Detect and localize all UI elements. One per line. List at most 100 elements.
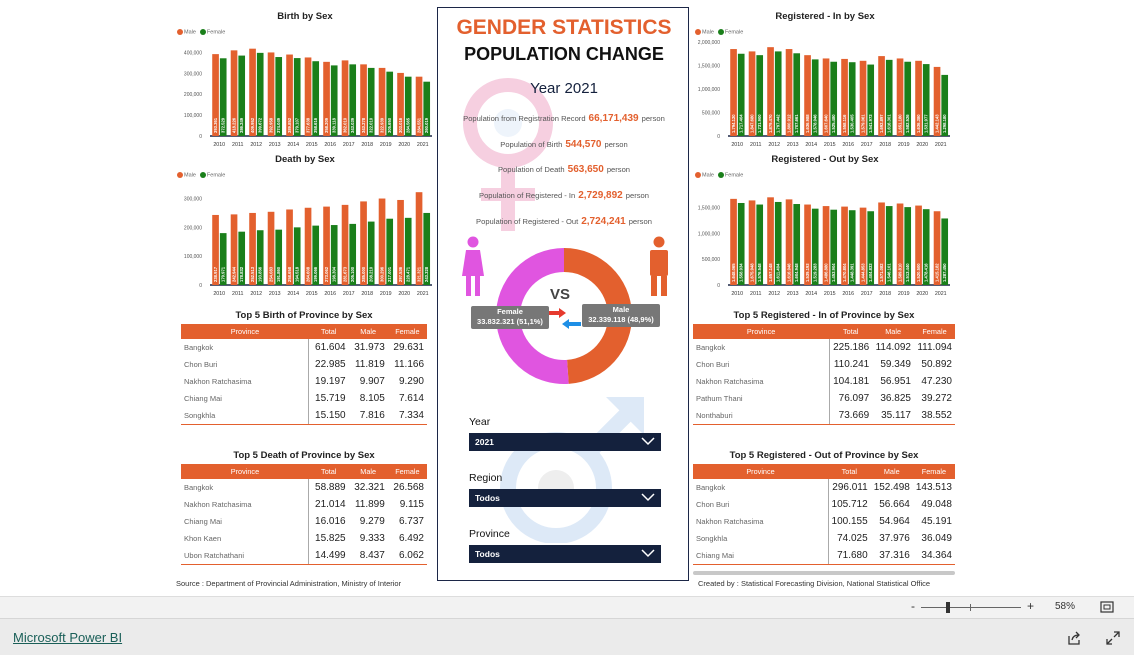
column-header[interactable]: Total bbox=[829, 324, 873, 339]
male-data-label: 1.847.680 bbox=[750, 114, 755, 133]
death-chart-legend[interactable]: Male Female bbox=[177, 172, 225, 178]
column-header[interactable]: Female bbox=[387, 324, 427, 339]
male-data-label: 297.536 bbox=[398, 266, 403, 282]
table-row[interactable]: Bangkok 61.604 31.973 29.631 bbox=[181, 339, 427, 356]
table-row[interactable]: Bangkok 296.011 152.498 143.513 bbox=[693, 479, 955, 496]
table-row[interactable]: Chiang Mai 16.016 9.279 6.737 bbox=[181, 513, 427, 530]
table-row[interactable]: Bangkok 225.186 114.092 111.094 bbox=[693, 339, 955, 356]
death-by-sex-chart[interactable]: 0 100,000 200,000 300,000 238.917 179.971 2010… bbox=[172, 183, 434, 299]
column-header[interactable]: Province bbox=[693, 464, 829, 479]
microsoft-power-bi-link[interactable]: Microsoft Power BI bbox=[13, 630, 122, 645]
x-tick-label: 2012 bbox=[768, 142, 780, 148]
fullscreen-icon[interactable] bbox=[1106, 631, 1120, 645]
table-row[interactable]: Khon Kaen 15.825 9.333 6.492 bbox=[181, 530, 427, 547]
column-header[interactable]: Total bbox=[828, 464, 871, 479]
male-data-label: 300.296 bbox=[380, 266, 385, 282]
x-tick-label: 2014 bbox=[805, 142, 817, 148]
value-cell: 8.105 bbox=[359, 393, 385, 404]
male-data-label: 273.062 bbox=[324, 266, 329, 282]
female-data-label: Female 33.832.321 (51,1%) bbox=[471, 306, 549, 329]
value-cell: 11.819 bbox=[354, 359, 385, 370]
table-row[interactable]: Chon Buri 105.712 56.664 49.048 bbox=[693, 496, 955, 513]
table-row[interactable]: Nakhon Ratchasima 21.014 11.899 9.115 bbox=[181, 496, 427, 513]
column-header[interactable]: Male bbox=[870, 464, 913, 479]
male-data-label: 1.636.988 bbox=[805, 114, 810, 133]
column-header[interactable]: Male bbox=[872, 324, 914, 339]
value-cell: 61.604 bbox=[315, 342, 346, 353]
value-cell: 74.025 bbox=[837, 533, 868, 544]
value-cell: 14.499 bbox=[308, 547, 349, 565]
table-row[interactable]: Nakhon Ratchasima 100.155 54.964 45.191 bbox=[693, 513, 955, 530]
column-header[interactable]: Female bbox=[913, 324, 955, 339]
table-row[interactable]: Nakhon Ratchasima 19.197 9.907 9.290 bbox=[181, 373, 427, 390]
table-scrollbar[interactable] bbox=[693, 571, 955, 575]
value-cell: 9.290 bbox=[398, 376, 424, 387]
table-row[interactable]: Chon Buri 22.985 11.819 11.166 bbox=[181, 356, 427, 373]
legend-female[interactable]: Female bbox=[199, 29, 225, 35]
legend-female[interactable]: Female bbox=[717, 29, 743, 35]
share-icon[interactable] bbox=[1067, 631, 1081, 645]
table-row[interactable]: Songkhla 15.150 7.816 7.334 bbox=[181, 407, 427, 425]
column-header[interactable]: Female bbox=[912, 464, 955, 479]
column-header[interactable]: Province bbox=[181, 324, 309, 339]
zoom-slider-thumb[interactable] bbox=[946, 602, 951, 613]
female-data-label: 193.856 bbox=[258, 266, 263, 282]
table-row[interactable]: Ubon Ratchathani 14.499 8.437 6.062 bbox=[181, 547, 427, 565]
zoom-slider-center-tick bbox=[970, 604, 971, 611]
value-cell: 56.951 bbox=[880, 376, 911, 387]
zoom-in-button[interactable]: + bbox=[1027, 599, 1034, 613]
male-data-label: 1.692.897 bbox=[879, 114, 884, 133]
female-data-label: 284.565 bbox=[406, 117, 411, 133]
column-header[interactable]: Total bbox=[308, 464, 349, 479]
fit-to-page-icon[interactable] bbox=[1100, 601, 1114, 613]
registered-out-by-sex-chart[interactable]: 0 500,000 1,000,000 1,500,000 1.648.065 1.558… bbox=[690, 183, 952, 299]
value-cell: 152.498 bbox=[873, 482, 910, 493]
table-row[interactable]: Songkhla 74.025 37.976 36.049 bbox=[693, 530, 955, 547]
legend-female[interactable]: Female bbox=[717, 172, 743, 178]
x-tick-label: 2011 bbox=[750, 291, 761, 297]
birth-by-sex-chart[interactable]: 0 100,000 200,000 300,000 400,000 393.361 372.… bbox=[172, 38, 434, 150]
female-data-label: 1.616.301 bbox=[887, 114, 892, 133]
birth-chart-legend[interactable]: Male Female bbox=[177, 29, 225, 35]
table-row[interactable]: Nakhon Ratchasima 104.181 56.951 47.230 bbox=[693, 373, 955, 390]
top-registered-in-province-table[interactable]: Province Total Male Female Bangkok 225.186 114… bbox=[693, 324, 955, 425]
male-data-label: 285.000 bbox=[361, 266, 366, 282]
reg-in-chart-legend[interactable]: Male Female bbox=[695, 29, 743, 35]
male-data-label: 1.470.804 bbox=[842, 263, 847, 282]
zoom-out-button[interactable]: - bbox=[911, 599, 915, 613]
table-row[interactable]: Chon Buri 110.241 59.349 50.892 bbox=[693, 356, 955, 373]
top-birth-province-table[interactable]: Province Total Male Female Bangkok 61.604 31.9… bbox=[181, 324, 427, 425]
table-row[interactable]: Nonthaburi 73.669 35.117 38.552 bbox=[693, 407, 955, 425]
right-arrow-icon bbox=[547, 308, 566, 318]
region-slicer-dropdown[interactable]: Todos bbox=[469, 489, 661, 507]
legend-male[interactable]: Male bbox=[177, 172, 196, 178]
reg-out-chart-legend[interactable]: Male Female bbox=[695, 172, 743, 178]
table-row[interactable]: Bangkok 58.889 32.321 26.568 bbox=[181, 479, 427, 496]
legend-male[interactable]: Male bbox=[695, 172, 714, 178]
column-header[interactable]: Female bbox=[387, 464, 427, 479]
top-death-province-table[interactable]: Province Total Male Female Bangkok 58.889 32.3… bbox=[181, 464, 427, 565]
column-header[interactable]: Total bbox=[308, 324, 349, 339]
y-tick-label: 2,000,000 bbox=[698, 40, 720, 46]
x-tick-label: 2016 bbox=[842, 142, 854, 148]
legend-male[interactable]: Male bbox=[695, 29, 714, 35]
legend-female[interactable]: Female bbox=[199, 172, 225, 178]
table-row[interactable]: Chiang Mai 71.680 37.316 34.364 bbox=[693, 547, 955, 565]
column-header[interactable]: Male bbox=[348, 464, 388, 479]
value-cell: 114.092 bbox=[875, 342, 911, 353]
column-header[interactable]: Male bbox=[348, 324, 388, 339]
province-cell: Chiang Mai bbox=[181, 390, 310, 407]
table-row[interactable]: Chiang Mai 15.719 8.105 7.614 bbox=[181, 390, 427, 407]
female-data-label: 305.650 bbox=[387, 117, 392, 133]
province-slicer-dropdown[interactable]: Todos bbox=[469, 545, 661, 563]
top-registered-out-province-table[interactable]: Province Total Male Female Bangkok 296.011 152… bbox=[693, 464, 955, 565]
column-header[interactable]: Province bbox=[693, 324, 830, 339]
legend-male[interactable]: Male bbox=[177, 29, 196, 35]
year-slicer-dropdown[interactable]: 2021 bbox=[469, 433, 661, 451]
male-data-label: 1.648.065 bbox=[731, 263, 736, 282]
top-birth-table-title: Top 5 Birth of Province by Sex bbox=[235, 310, 373, 321]
table-row[interactable]: Pathum Thani 76.097 36.825 39.272 bbox=[693, 390, 955, 407]
zoom-slider-track[interactable] bbox=[921, 607, 1021, 608]
registered-in-by-sex-chart[interactable]: 0 500,000 1,000,000 1,500,000 2,000,000 1.794… bbox=[690, 38, 952, 150]
column-header[interactable]: Province bbox=[181, 464, 309, 479]
